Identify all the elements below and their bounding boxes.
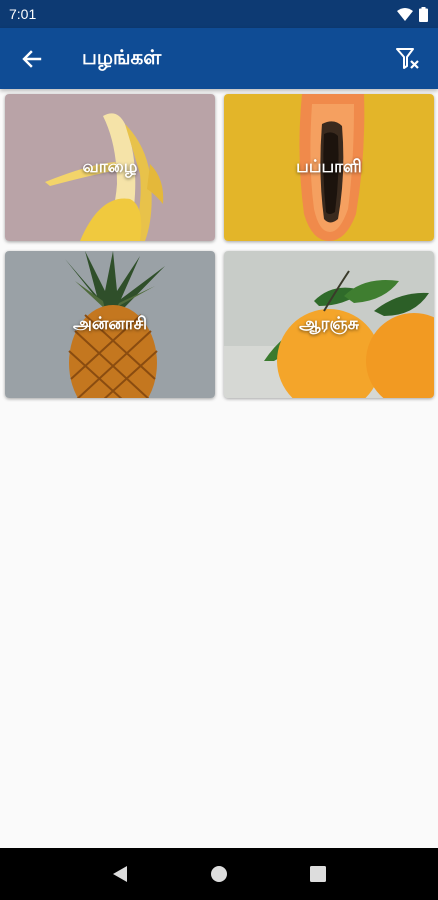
wifi-icon (397, 7, 413, 21)
page-title: பழங்கள் (82, 45, 162, 69)
nav-back-button[interactable] (100, 854, 140, 894)
back-triangle-icon (112, 866, 127, 882)
filter-clear-icon (396, 47, 419, 69)
fruit-label: வாழை (82, 156, 138, 177)
nav-home-button[interactable] (199, 854, 239, 894)
fruit-label: பப்பாளி (296, 156, 362, 177)
app-bar: பழங்கள் (0, 28, 438, 89)
nav-recents-button[interactable] (298, 854, 338, 894)
recents-square-icon (310, 866, 327, 882)
status-icons (397, 6, 428, 22)
battery-icon (419, 6, 428, 22)
navigation-bar (0, 848, 438, 900)
fruit-card-orange[interactable]: ஆரஞ்சு (224, 251, 434, 398)
fruit-card-pineapple[interactable]: அன்னாசி (5, 251, 215, 398)
fruit-card-papaya[interactable]: பப்பாளி (224, 94, 434, 241)
clear-filter-button[interactable] (384, 28, 434, 89)
home-circle-icon (210, 866, 227, 882)
status-time: 7:01 (9, 6, 37, 22)
status-bar: 7:01 (0, 0, 438, 28)
arrow-left-icon (22, 49, 42, 68)
back-button[interactable] (2, 28, 62, 89)
fruit-label: அன்னாசி (72, 313, 148, 334)
fruit-card-banana[interactable]: வாழை (5, 94, 215, 241)
fruit-grid: வாழை பப்பாளி அன்னாசி ஆரஞ்சு (5, 94, 434, 398)
fruit-label: ஆரஞ்சு (299, 313, 359, 334)
